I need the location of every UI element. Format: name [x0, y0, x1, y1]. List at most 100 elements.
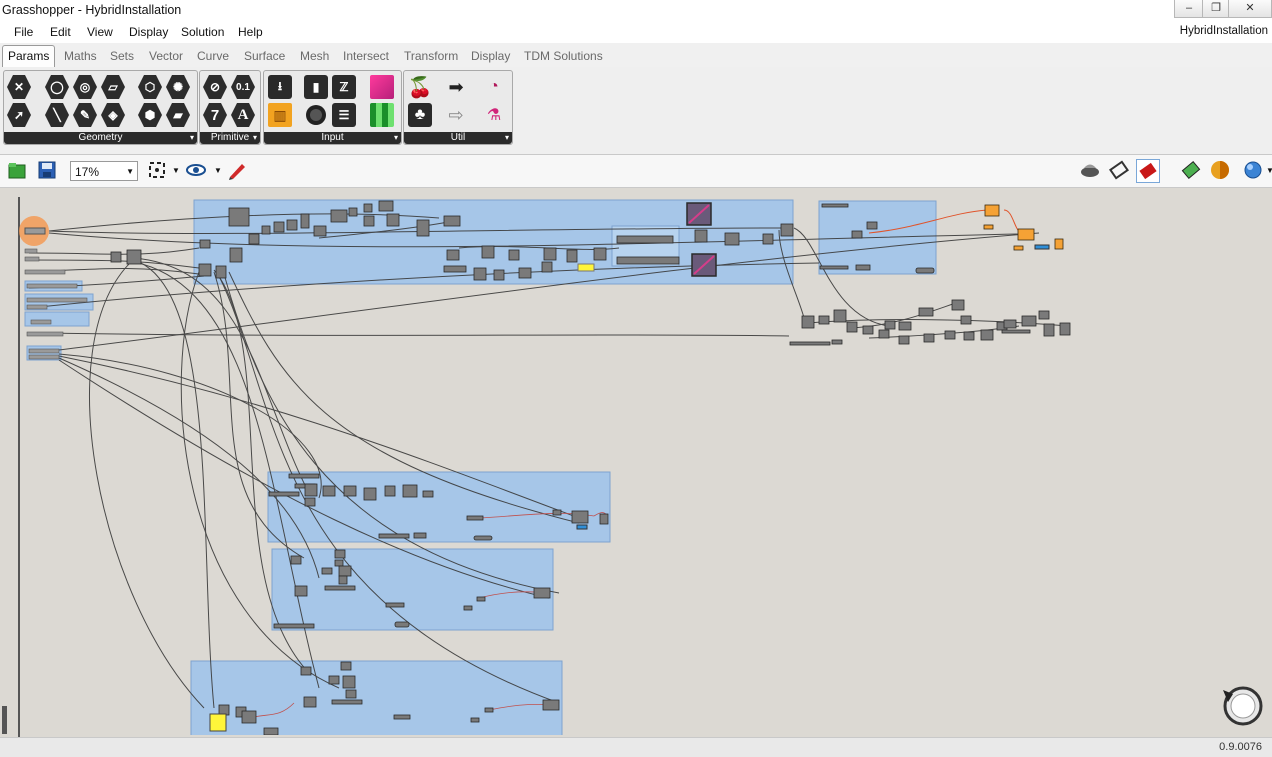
- sphere-preview-icon[interactable]: [1242, 159, 1264, 181]
- tab-sets[interactable]: Sets: [110, 49, 134, 63]
- boolean-param-icon[interactable]: ⊘: [203, 75, 227, 99]
- component[interactable]: [126, 249, 142, 265]
- close-button[interactable]: ✕: [1228, 0, 1272, 18]
- wire[interactable]: [48, 332, 790, 337]
- brep-param-icon[interactable]: ⬡: [138, 75, 162, 99]
- component[interactable]: [831, 339, 843, 345]
- group-bottom[interactable]: [190, 660, 563, 735]
- data-recorder-icon[interactable]: ◔: [482, 75, 506, 99]
- component[interactable]: [215, 265, 227, 279]
- component[interactable]: [343, 485, 357, 497]
- component[interactable]: [851, 230, 863, 239]
- material-icon[interactable]: [1209, 159, 1231, 181]
- sketch-icon[interactable]: ▥: [268, 103, 292, 127]
- input-param[interactable]: [30, 319, 52, 325]
- component[interactable]: [1001, 329, 1031, 334]
- flask-icon[interactable]: ⚗: [482, 103, 506, 127]
- component[interactable]: [340, 661, 352, 671]
- component[interactable]: [393, 714, 411, 720]
- component[interactable]: [322, 485, 336, 497]
- component[interactable]: [273, 623, 315, 629]
- vector-param-icon[interactable]: ➚: [7, 103, 31, 127]
- arrow-outline-icon[interactable]: ⇨: [444, 103, 468, 127]
- menu-file[interactable]: File: [14, 25, 33, 39]
- component-selected[interactable]: [983, 224, 994, 230]
- input-param[interactable]: [26, 283, 78, 289]
- component[interactable]: [846, 321, 858, 333]
- save-file-icon[interactable]: [36, 159, 58, 181]
- component[interactable]: [345, 689, 357, 699]
- gradient-icon[interactable]: [370, 75, 394, 99]
- eye-dropdown[interactable]: ▼: [214, 166, 222, 175]
- component[interactable]: [552, 509, 562, 516]
- group-middle-1[interactable]: [267, 471, 611, 543]
- number-param-icon[interactable]: 0.1: [231, 75, 255, 99]
- component[interactable]: [304, 497, 316, 507]
- component[interactable]: [884, 320, 896, 330]
- component[interactable]: [819, 265, 849, 270]
- tab-intersect[interactable]: Intersect: [343, 49, 389, 63]
- sketch-pen-icon[interactable]: [226, 159, 248, 181]
- component[interactable]: [330, 209, 348, 223]
- component[interactable]: [378, 533, 410, 539]
- curve-param-icon[interactable]: ◎: [73, 75, 97, 99]
- component[interactable]: [348, 207, 358, 217]
- component[interactable]: [422, 490, 434, 498]
- component[interactable]: [923, 333, 935, 343]
- component[interactable]: [446, 249, 460, 261]
- component[interactable]: [328, 675, 340, 685]
- component[interactable]: [866, 221, 878, 230]
- value-list-icon[interactable]: ☰: [332, 103, 356, 127]
- component[interactable]: [960, 315, 972, 325]
- component[interactable]: [363, 203, 373, 213]
- component[interactable]: [304, 483, 318, 497]
- panel-primitive-label[interactable]: Primitive ▾: [200, 132, 260, 144]
- component[interactable]: [533, 587, 551, 599]
- input-param[interactable]: [26, 297, 88, 303]
- component[interactable]: [599, 513, 609, 525]
- component[interactable]: [818, 315, 830, 325]
- output-blue[interactable]: [1034, 244, 1050, 250]
- component[interactable]: [443, 215, 461, 227]
- input-param[interactable]: [24, 227, 46, 235]
- mesh-param-icon[interactable]: ✺: [166, 75, 190, 99]
- component[interactable]: [821, 203, 849, 208]
- component[interactable]: [416, 219, 430, 237]
- component[interactable]: [481, 245, 495, 259]
- component[interactable]: [386, 213, 400, 227]
- wire[interactable]: [89, 263, 205, 709]
- component[interactable]: [413, 532, 427, 539]
- tab-curve[interactable]: Curve: [197, 49, 229, 63]
- component[interactable]: [951, 299, 965, 311]
- button-icon[interactable]: [304, 103, 328, 127]
- preview-dropdown[interactable]: ▼: [1266, 166, 1272, 175]
- minimize-button[interactable]: –: [1174, 0, 1204, 18]
- menu-help[interactable]: Help: [238, 25, 263, 39]
- component[interactable]: [331, 699, 363, 705]
- component[interactable]: [248, 233, 260, 245]
- component[interactable]: [541, 261, 553, 273]
- panel-yellow-large[interactable]: [209, 713, 227, 732]
- component[interactable]: [694, 229, 708, 243]
- plane-param-icon[interactable]: ✎: [73, 103, 97, 127]
- preview-wireframe-icon[interactable]: [1108, 159, 1130, 181]
- text-param-icon[interactable]: A: [231, 103, 255, 127]
- component[interactable]: [1038, 310, 1050, 320]
- zoom-select[interactable]: 17% ▼: [70, 161, 138, 181]
- cherry-picker-icon[interactable]: 🍒: [408, 75, 433, 99]
- component[interactable]: [789, 341, 831, 346]
- component[interactable]: [384, 485, 396, 497]
- component-selected[interactable]: [1013, 245, 1024, 251]
- input-param[interactable]: [24, 248, 38, 254]
- integer-param-icon[interactable]: 7: [203, 103, 227, 127]
- menu-display[interactable]: Display: [129, 25, 168, 39]
- menu-view[interactable]: View: [87, 25, 113, 39]
- component[interactable]: [334, 559, 344, 567]
- component[interactable]: [261, 225, 271, 235]
- component[interactable]: [543, 247, 557, 261]
- component[interactable]: [470, 717, 480, 723]
- component[interactable]: [1043, 323, 1055, 337]
- component[interactable]: [363, 487, 377, 501]
- restore-button[interactable]: ❐: [1202, 0, 1230, 18]
- preview-off-icon[interactable]: [1079, 159, 1101, 181]
